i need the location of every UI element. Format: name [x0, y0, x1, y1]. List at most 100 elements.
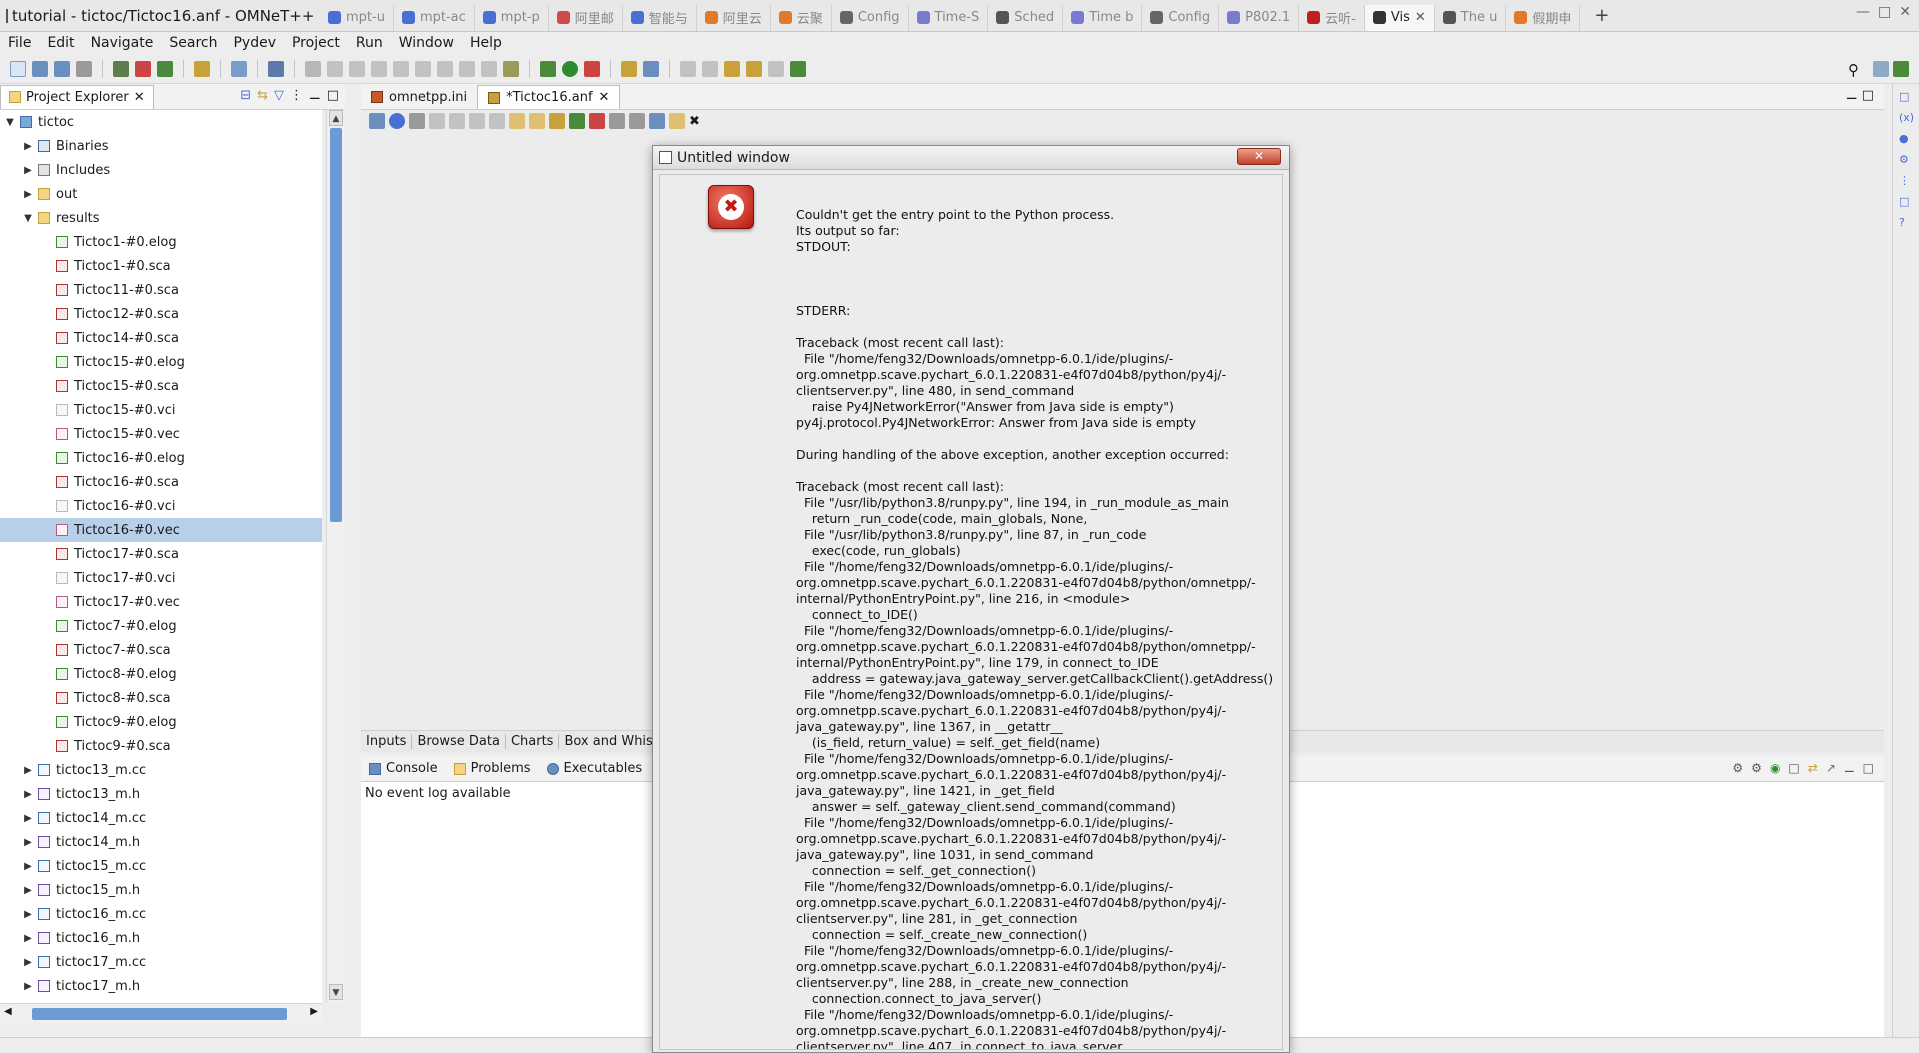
scroll-down-icon[interactable]: ▼: [329, 984, 343, 1000]
tree-vertical-scrollbar[interactable]: ▲ ▼: [326, 110, 345, 1003]
tree-item[interactable]: ▶ Binaries: [0, 134, 322, 158]
tree-item[interactable]: ▶ tictoc13_m.cc: [0, 758, 322, 782]
expand-arrow-icon[interactable]: ▶: [22, 957, 34, 968]
tree-item[interactable]: Tictoc17-#0.vci: [0, 566, 322, 590]
menu-window[interactable]: Window: [391, 35, 462, 51]
scroll-left-icon[interactable]: ◀: [4, 1006, 12, 1017]
step-into-icon[interactable]: [415, 60, 431, 77]
export-icon[interactable]: [649, 113, 665, 129]
search-files-icon[interactable]: [643, 60, 659, 77]
filter-icon[interactable]: ⚙: [1732, 761, 1743, 775]
suspend-icon[interactable]: [349, 60, 365, 77]
tree-item[interactable]: Tictoc16-#0.vci: [0, 494, 322, 518]
close-tab-icon[interactable]: ✕: [599, 90, 610, 105]
tree-item[interactable]: ▶ tictoc16_m.h: [0, 926, 322, 950]
browser-tab[interactable]: Time-S: [909, 4, 989, 31]
expand-arrow-icon[interactable]: ▶: [22, 981, 34, 992]
maximize-editor-icon[interactable]: □: [1862, 88, 1874, 103]
close-tab-icon[interactable]: ✕: [1415, 10, 1426, 25]
browser-tab[interactable]: The u: [1435, 4, 1507, 31]
outline-icon[interactable]: ⋮: [1899, 174, 1913, 187]
expand-icon[interactable]: ↗: [1826, 761, 1836, 775]
prev-annotation-icon[interactable]: [702, 60, 718, 77]
skip-icon[interactable]: [327, 60, 343, 77]
new-icon[interactable]: [10, 60, 26, 77]
tab-omnetpp-ini[interactable]: omnetpp.ini: [361, 85, 477, 109]
tree-item[interactable]: Tictoc17-#0.vec: [0, 590, 322, 614]
search-icon[interactable]: ⚲: [1848, 61, 1859, 79]
tree-item[interactable]: ▶ tictoc14_m.cc: [0, 806, 322, 830]
tree-item[interactable]: Tictoc16-#0.vec: [0, 518, 322, 542]
browser-tab[interactable]: Config: [832, 4, 909, 31]
clean-icon[interactable]: [135, 60, 151, 77]
expand-arrow-icon[interactable]: ▶: [22, 165, 34, 176]
browser-tab[interactable]: 阿里邮: [549, 4, 623, 31]
terminate-icon[interactable]: [371, 60, 387, 77]
tree-item[interactable]: Tictoc15-#0.sca: [0, 374, 322, 398]
restore-icon[interactable]: □: [1899, 195, 1913, 208]
refresh-icon[interactable]: [549, 113, 565, 129]
forward-icon[interactable]: [768, 60, 784, 77]
expand-arrow-icon[interactable]: ▶: [22, 789, 34, 800]
pin-icon[interactable]: ⚙: [1751, 761, 1762, 775]
run-icon[interactable]: [562, 60, 578, 77]
variables-icon[interactable]: (x): [1899, 111, 1914, 124]
expand-arrow-icon[interactable]: ▼: [22, 213, 34, 224]
tree-item[interactable]: Tictoc15-#0.vci: [0, 398, 322, 422]
save-all-icon[interactable]: [54, 60, 70, 77]
browser-tab[interactable]: 阿里云: [697, 4, 771, 31]
code-icon[interactable]: [409, 113, 425, 129]
expand-arrow-icon[interactable]: ▶: [22, 141, 34, 152]
browser-tab[interactable]: 云听-: [1299, 4, 1365, 31]
breakpoints-icon[interactable]: ●: [1899, 132, 1913, 145]
open-folder-icon[interactable]: [194, 60, 210, 77]
browser-tab[interactable]: mpt-ac: [394, 4, 475, 31]
print-icon[interactable]: [76, 60, 92, 77]
step-return-icon[interactable]: [459, 60, 475, 77]
save-chart-icon[interactable]: [369, 113, 385, 129]
open-console-icon[interactable]: □: [1788, 761, 1799, 775]
subtab-browse-data[interactable]: Browse Data: [412, 734, 506, 749]
tree-item[interactable]: ▶ tictoc17_m.cc: [0, 950, 322, 974]
minimize-icon[interactable]: —: [1856, 4, 1870, 20]
filter-icon[interactable]: [503, 60, 519, 77]
scroll-up-icon[interactable]: ▲: [329, 110, 343, 126]
tree-item[interactable]: ▶ out: [0, 182, 322, 206]
link-icon[interactable]: ⇄: [1808, 761, 1818, 775]
maximize-view-icon[interactable]: □: [1863, 761, 1874, 775]
subtab-charts[interactable]: Charts: [506, 734, 560, 749]
tab-console[interactable]: Console: [361, 757, 446, 781]
tab-tictoc16-anf[interactable]: *Tictoc16.anf ✕: [477, 85, 621, 109]
zoom-icon[interactable]: [469, 113, 485, 129]
forward-icon[interactable]: [529, 113, 545, 129]
expand-arrow-icon[interactable]: ▶: [22, 765, 34, 776]
wand-icon[interactable]: [621, 60, 637, 77]
subtab-inputs[interactable]: Inputs: [361, 734, 413, 749]
tree-item[interactable]: Tictoc9-#0.sca: [0, 734, 322, 758]
tree-item[interactable]: Tictoc1-#0.elog: [0, 230, 322, 254]
run-external-icon[interactable]: [584, 60, 600, 77]
browser-tab[interactable]: Config: [1142, 4, 1220, 31]
pan-icon[interactable]: [449, 113, 465, 129]
maximize-icon[interactable]: □: [1878, 4, 1891, 20]
tree-item[interactable]: Tictoc16-#0.sca: [0, 470, 322, 494]
browser-tab[interactable]: P802.1: [1219, 4, 1300, 31]
help-icon[interactable]: ?: [1899, 216, 1913, 229]
scrollbar-thumb[interactable]: [330, 128, 342, 522]
expand-arrow-icon[interactable]: ▶: [22, 189, 34, 200]
menu-project[interactable]: Project: [284, 35, 348, 51]
tree-item[interactable]: ▶ tictoc13_m.h: [0, 782, 322, 806]
back-icon[interactable]: [509, 113, 525, 129]
stop-icon[interactable]: [589, 113, 605, 129]
display-icon[interactable]: ◉: [1770, 761, 1780, 775]
tree-item[interactable]: ▶ tictoc17_m.h: [0, 974, 322, 998]
expressions-icon[interactable]: ⚙: [1899, 153, 1913, 166]
tree-item[interactable]: Tictoc15-#0.elog: [0, 350, 322, 374]
terminal-icon[interactable]: [268, 60, 284, 77]
expand-arrow-icon[interactable]: ▶: [22, 909, 34, 920]
tree-item[interactable]: Tictoc15-#0.vec: [0, 422, 322, 446]
menu-file[interactable]: File: [0, 35, 39, 51]
browser-tab[interactable]: 智能与: [623, 4, 697, 31]
tree-item[interactable]: Tictoc9-#0.elog: [0, 710, 322, 734]
close-window-icon[interactable]: ✕: [1899, 4, 1911, 20]
